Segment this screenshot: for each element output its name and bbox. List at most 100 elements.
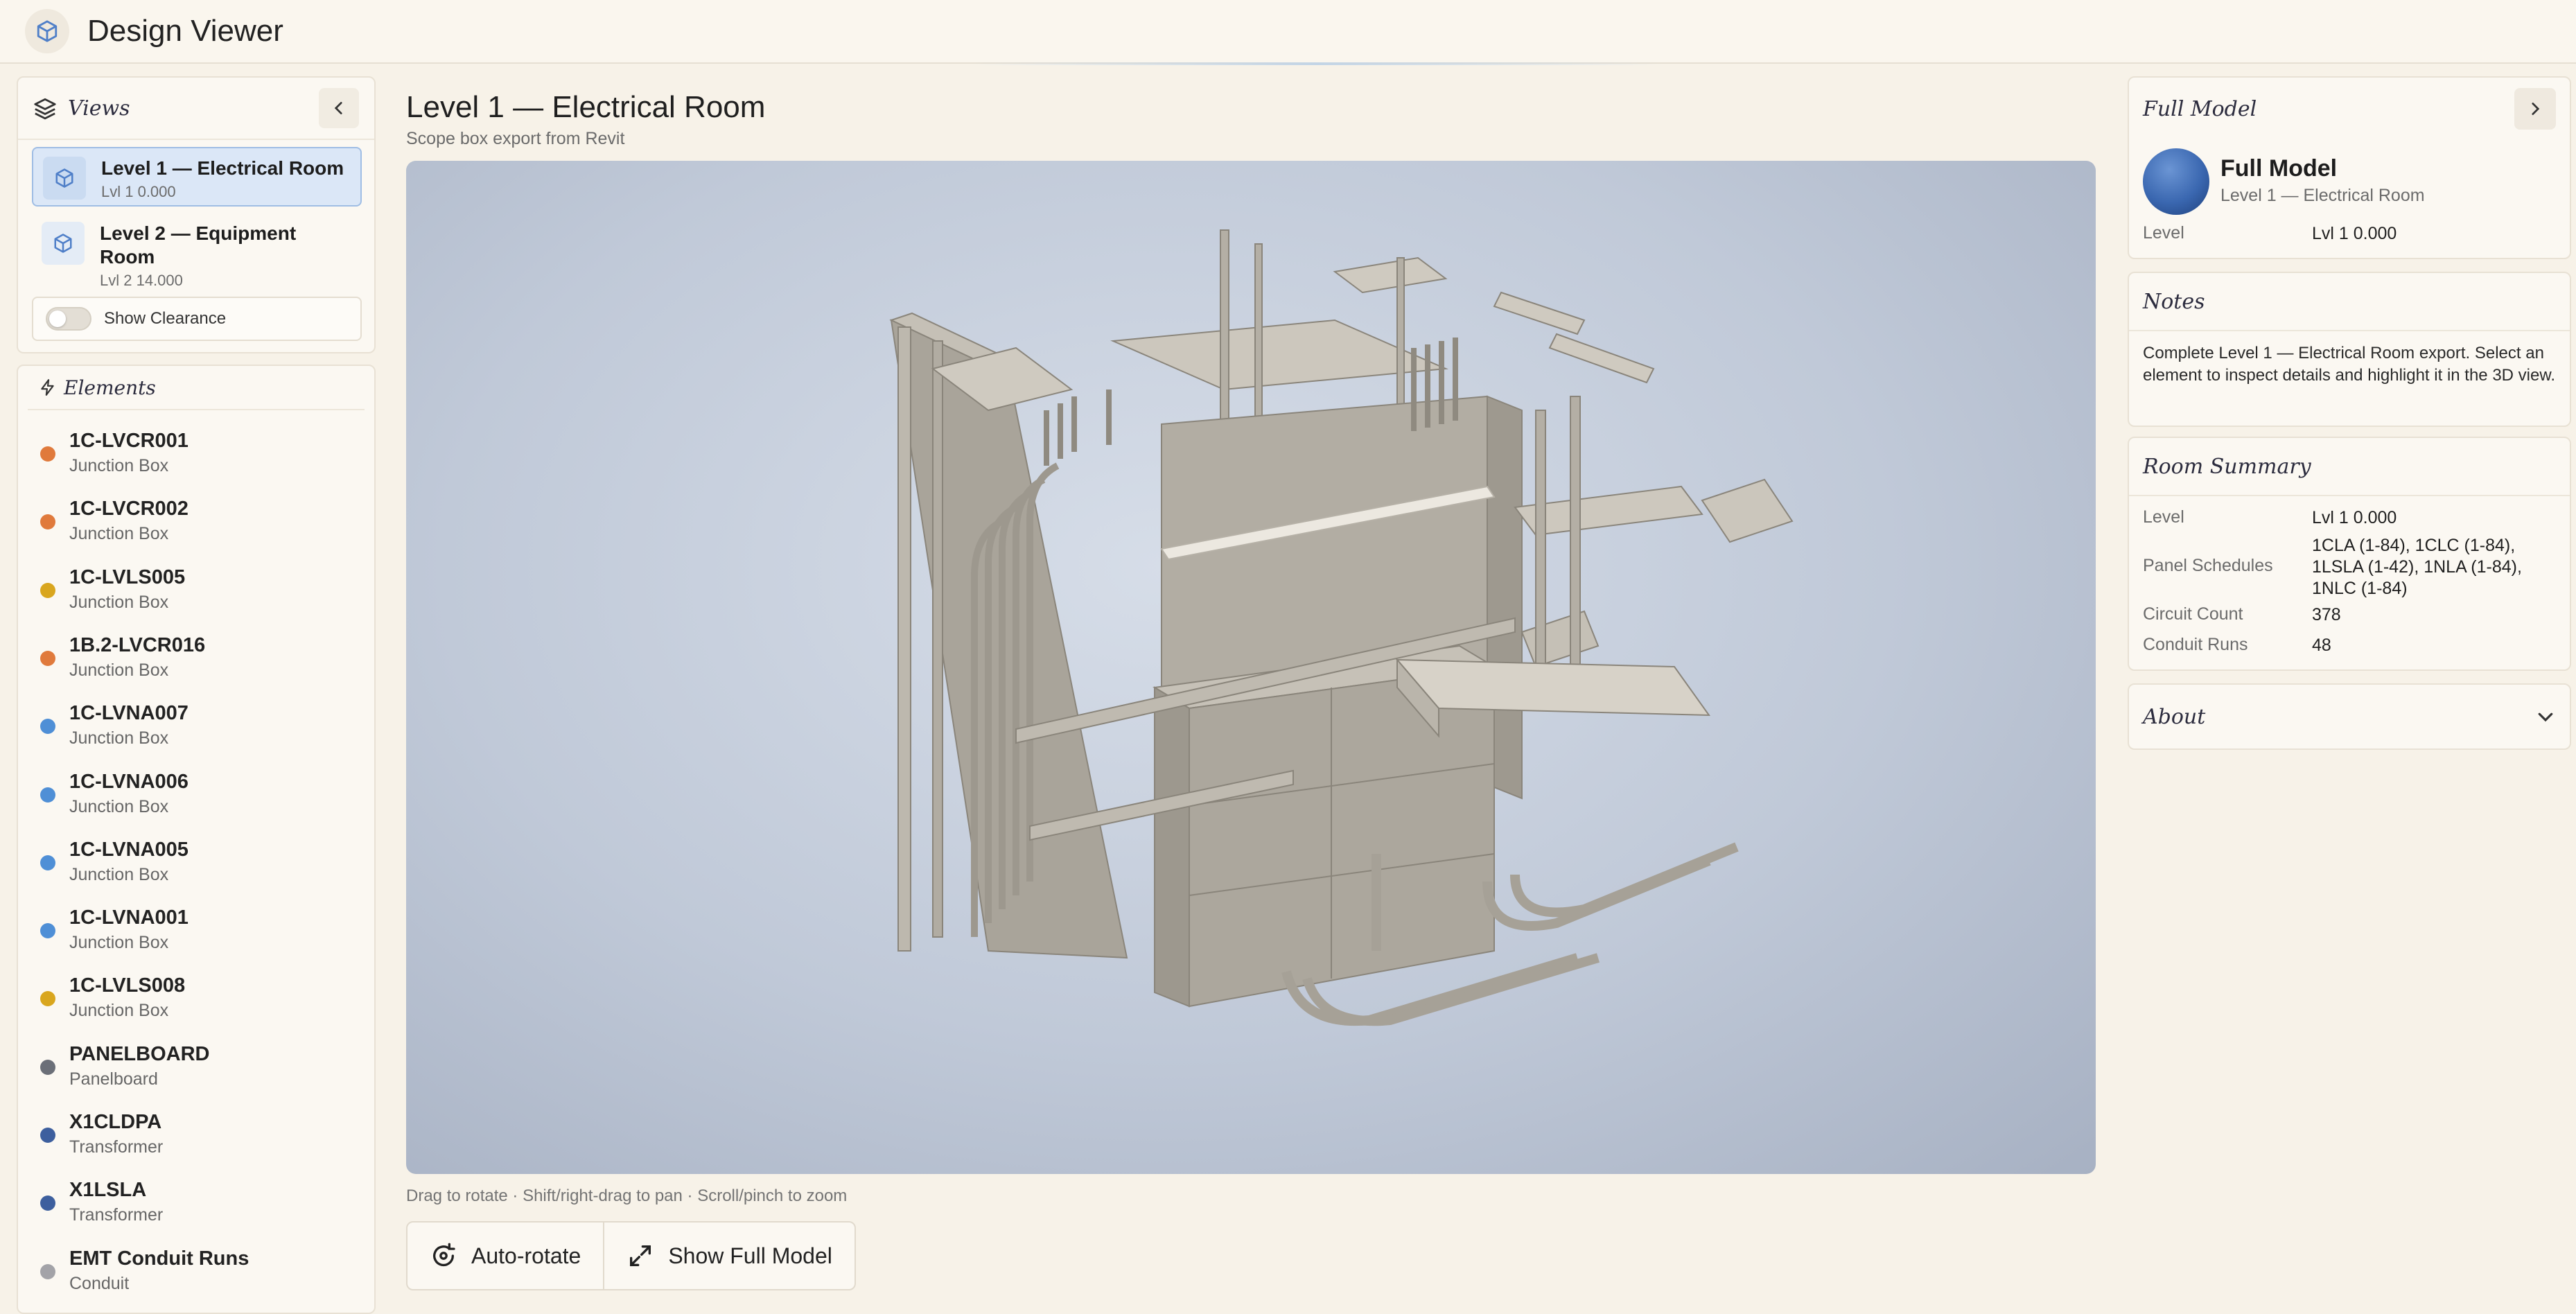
element-name: 1C-LVNA001 [69,906,189,929]
element-type: Junction Box [69,592,169,612]
element-list-item[interactable]: 1C-LVLS008 Junction Box [40,966,366,1034]
summary-key: Level [2143,507,2184,527]
summary-key: Circuit Count [2143,604,2243,624]
element-name: 1C-LVCR002 [69,498,189,520]
element-color-dot [40,855,55,870]
element-color-dot [40,446,55,462]
header-accent-line [970,62,1663,65]
element-list-item[interactable]: 1B.2-LVCR016 Junction Box [40,626,366,694]
element-name: 1C-LVNA006 [69,770,189,793]
element-list-item[interactable]: 1C-LVNA007 Junction Box [40,694,366,762]
element-name: 1C-LVCR001 [69,430,189,452]
level-key: Level [2143,223,2184,243]
view-level: Lvl 1 0.000 [101,183,176,200]
notes-header: Notes [2129,273,2570,331]
3d-viewport[interactable] [406,161,2096,1174]
element-color-dot [40,582,55,598]
page-subtitle: Scope box export from Revit [406,129,625,148]
summary-key: Panel Schedules [2143,556,2273,575]
element-name: 1C-LVLS008 [69,974,186,997]
collapse-panel-button[interactable] [319,88,359,128]
lightning-icon [41,379,54,396]
auto-rotate-button[interactable]: Auto-rotate [408,1223,603,1289]
element-list-item[interactable]: 1C-LVCR002 Junction Box [40,489,366,557]
element-list-item[interactable]: PANELBOARD Panelboard [40,1035,366,1103]
3d-model-render [889,229,1794,1026]
elements-title: Elements [64,376,156,399]
show-clearance-label: Show Clearance [104,309,227,328]
notes-title: Notes [2143,289,2205,314]
element-list-item[interactable]: X1CLDPA Transformer [40,1103,366,1171]
full-model-header: Full Model [2129,78,2570,140]
view-name: Level 1 — Electrical Room [101,157,344,179]
elements-header: Elements [28,366,365,410]
about-panel[interactable]: About [2128,683,2571,750]
element-color-dot [40,1059,55,1075]
element-list-item[interactable]: EMT Conduit Runs Conduit [40,1239,366,1307]
room-summary-title: Room Summary [2143,454,2311,479]
auto-rotate-label: Auto-rotate [471,1243,581,1268]
about-title: About [2143,704,2206,729]
element-type: Transformer [69,1205,164,1225]
views-header: Views [18,78,374,140]
element-type: Transformer [69,1137,164,1157]
element-name: EMT Conduit Runs [69,1247,249,1270]
element-list-item[interactable]: 1C-LVNA006 Junction Box [40,762,366,830]
cube-icon [42,222,85,265]
full-model-panel: Full Model Full Model Level 1 — Electric… [2128,76,2571,259]
element-color-dot [40,719,55,735]
element-type: Junction Box [69,796,169,816]
model-subtitle: Level 1 — Electrical Room [2220,186,2425,205]
elements-panel: Elements 1C-LVCR001 Junction Box 1C-LVCR00… [17,365,376,1314]
about-header[interactable]: About [2129,685,2570,748]
element-color-dot [40,991,55,1007]
element-type: Junction Box [69,1001,169,1021]
element-name: 1C-LVLS005 [69,566,186,588]
expand-panel-button[interactable] [2514,88,2556,130]
model-sphere-icon [2143,148,2209,215]
show-clearance-toggle[interactable] [46,307,91,331]
navigation-hint: Drag to rotate · Shift/right-drag to pan… [406,1186,848,1205]
show-clearance-row[interactable]: Show Clearance [32,297,362,341]
summary-value: 378 [2312,605,2341,624]
element-color-dot [40,650,55,666]
element-list-item[interactable]: 1C-LVNA005 Junction Box [40,830,366,898]
views-title: Views [68,96,130,121]
element-type: Junction Box [69,456,169,475]
rotate-icon [433,1243,455,1267]
element-name: 1C-LVNA005 [69,838,189,861]
summary-value: Lvl 1 0.000 [2312,508,2397,527]
expand-icon [630,1245,651,1266]
element-list-item[interactable]: X1LSLA Transformer [40,1171,366,1238]
element-type: Junction Box [69,524,169,544]
element-list-item[interactable]: 1C-LVNA001 Junction Box [40,898,366,966]
app-title: Design Viewer [87,14,283,48]
element-type: Panelboard [69,1069,158,1089]
summary-value: 1CLA (1-84), 1CLC (1-84), 1LSLA (1-42), … [2312,536,2522,598]
element-type: Junction Box [69,728,169,748]
layers-icon [34,98,56,120]
view-level: Lvl 2 14.000 [100,272,183,289]
show-full-model-button[interactable]: Show Full Model [603,1223,855,1289]
chevron-down-icon [2538,712,2553,722]
element-type: Conduit [69,1273,130,1293]
element-name: 1C-LVNA007 [69,702,189,725]
element-list-item[interactable]: 1C-LVLS005 Junction Box [40,558,366,626]
page-title: Level 1 — Electrical Room [406,90,766,124]
element-color-dot [40,923,55,939]
view-item-level-2[interactable]: Level 2 — Equipment Room Lvl 2 14.000 [32,213,362,295]
view-item-level-1[interactable]: Level 1 — Electrical Room Lvl 1 0.000 [32,147,362,207]
element-type: Junction Box [69,660,169,680]
element-color-dot [40,1128,55,1143]
show-full-model-label: Show Full Model [668,1243,832,1268]
model-name: Full Model [2220,155,2338,182]
level-value: Lvl 1 0.000 [2312,224,2397,243]
notes-text: Complete Level 1 — Electrical Room expor… [2143,344,2556,385]
element-color-dot [40,1263,55,1279]
summary-value: 48 [2312,636,2331,655]
cube-icon [43,157,86,200]
element-color-dot [40,514,55,530]
element-name: 1B.2-LVCR016 [69,633,206,656]
room-summary-header: Room Summary [2129,438,2570,496]
element-list-item[interactable]: 1C-LVCR001 Junction Box [40,421,366,489]
